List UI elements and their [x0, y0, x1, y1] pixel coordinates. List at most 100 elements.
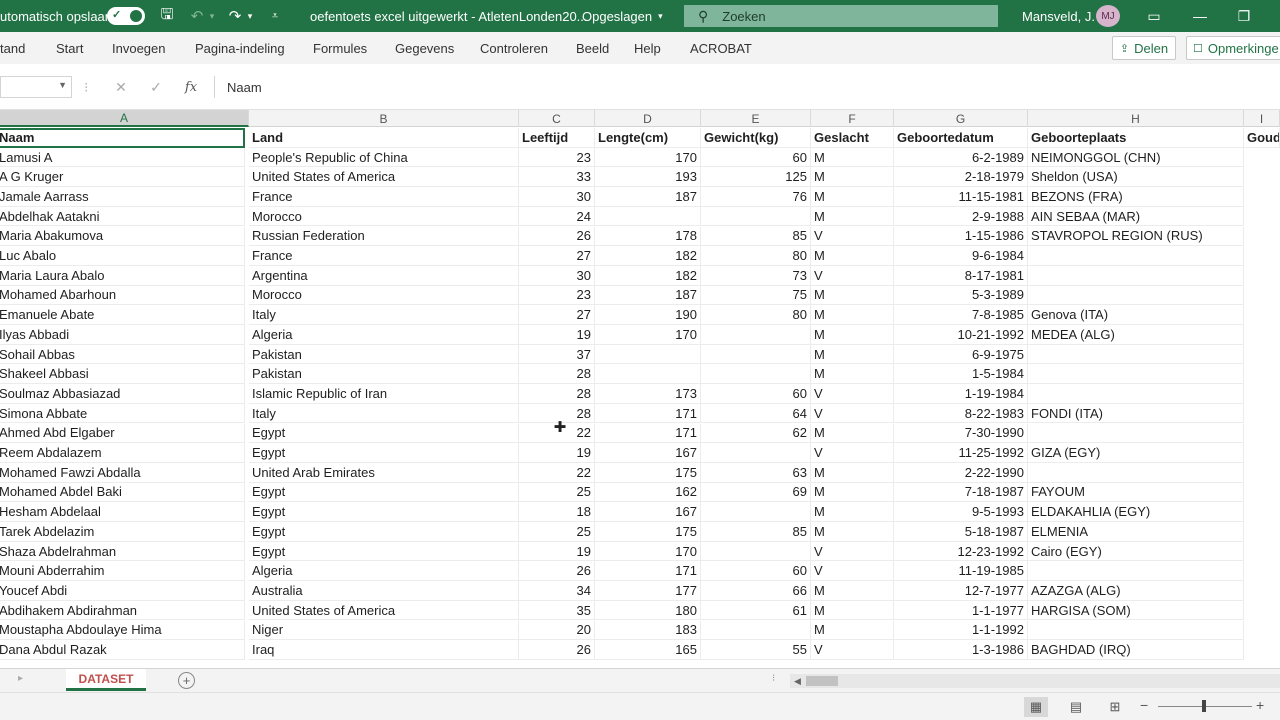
cell-g[interactable]: 5-3-1989	[894, 285, 1028, 306]
undo-dropdown-icon[interactable]: ▾	[206, 0, 218, 32]
cell-h[interactable]	[1028, 246, 1244, 266]
add-sheet-icon[interactable]: +	[178, 672, 195, 689]
search-box[interactable]: ⚲ Zoeken	[684, 5, 998, 27]
cell-f[interactable]: V	[811, 384, 894, 404]
cell-a[interactable]: Maria Laura Abalo	[0, 265, 245, 286]
cell-e[interactable]: 55	[701, 640, 811, 660]
cell-h[interactable]: NEIMONGGOL (CHN)	[1028, 147, 1244, 168]
redo-icon[interactable]: ↷	[224, 0, 246, 32]
sheet-nav-icon[interactable]: ▸	[18, 673, 23, 684]
header-cell-g[interactable]: Geboortedatum	[894, 128, 1028, 148]
cell-c[interactable]: 26	[519, 640, 595, 660]
tab-invoegen[interactable]: Invoegen	[112, 32, 166, 64]
cell-b[interactable]: Morocco	[249, 285, 519, 306]
cell-b[interactable]: Egypt	[249, 502, 519, 522]
cell-h[interactable]: Cairo (EGY)	[1028, 541, 1244, 562]
tab-gegevens[interactable]: Gegevens	[395, 32, 454, 64]
cell-h[interactable]	[1028, 384, 1244, 404]
cell-g[interactable]: 7-18-1987	[894, 482, 1028, 503]
cell-g[interactable]: 10-21-1992	[894, 325, 1028, 345]
cell-f[interactable]: M	[811, 325, 894, 345]
cell-c[interactable]: 27	[519, 246, 595, 266]
cell-g[interactable]: 1-5-1984	[894, 364, 1028, 385]
header-cell-c[interactable]: Leeftijd	[519, 128, 595, 148]
tab-formules[interactable]: Formules	[313, 32, 367, 64]
cell-e[interactable]: 125	[701, 167, 811, 188]
cell-e[interactable]	[701, 541, 811, 562]
cell-h[interactable]: GIZA (EGY)	[1028, 443, 1244, 463]
cell-e[interactable]	[701, 325, 811, 345]
cell-c[interactable]: 24	[519, 206, 595, 227]
tab-beeld[interactable]: Beeld	[576, 32, 609, 64]
cell-a[interactable]: Sohail Abbas	[0, 344, 245, 365]
cell-h[interactable]: HARGISA (SOM)	[1028, 600, 1244, 621]
cell-h[interactable]	[1028, 344, 1244, 365]
column-header-f[interactable]: F	[811, 110, 894, 127]
cell-a[interactable]: Luc Abalo	[0, 246, 245, 266]
cell-c[interactable]: 18	[519, 502, 595, 522]
cell-g[interactable]: 11-25-1992	[894, 443, 1028, 463]
cell-d[interactable]: 162	[595, 482, 701, 503]
save-icon[interactable]: 🖫	[156, 0, 178, 32]
tab-pagina-indeling[interactable]: Pagina-indeling	[195, 32, 285, 64]
cell-e[interactable]: 66	[701, 581, 811, 601]
cell-g[interactable]: 11-15-1981	[894, 187, 1028, 207]
cell-a[interactable]: Ilyas Abbadi	[0, 325, 245, 345]
horizontal-scrollbar[interactable]: ◀	[790, 674, 1280, 688]
cell-g[interactable]: 8-22-1983	[894, 403, 1028, 424]
zoom-in-icon[interactable]: +	[1256, 697, 1264, 713]
cell-a[interactable]: Ahmed Abd Elgaber	[0, 423, 245, 444]
header-cell-f[interactable]: Geslacht	[811, 128, 894, 148]
cell-f[interactable]: M	[811, 147, 894, 168]
cell-h[interactable]	[1028, 462, 1244, 483]
cell-f[interactable]: M	[811, 522, 894, 542]
page-break-preview-icon[interactable]: ⊞	[1103, 697, 1127, 717]
cell-g[interactable]: 12-23-1992	[894, 541, 1028, 562]
cell-g[interactable]: 1-15-1986	[894, 226, 1028, 247]
cell-b[interactable]: France	[249, 246, 519, 266]
cell-e[interactable]	[701, 620, 811, 641]
cell-g[interactable]: 1-1-1992	[894, 620, 1028, 641]
save-status[interactable]: Opgeslagen ▾	[582, 0, 663, 32]
formula-input[interactable]: Naam	[214, 76, 1280, 98]
cell-g[interactable]: 9-5-1993	[894, 502, 1028, 522]
maximize-icon[interactable]: ❐	[1222, 0, 1266, 32]
cell-a[interactable]: Mouni Abderrahim	[0, 561, 245, 582]
cell-f[interactable]: M	[811, 206, 894, 227]
header-cell-b[interactable]: Land	[249, 128, 519, 148]
page-layout-icon[interactable]: ▤	[1064, 697, 1088, 717]
cell-c[interactable]: 27	[519, 305, 595, 325]
cell-f[interactable]: M	[811, 305, 894, 325]
cell-f[interactable]: M	[811, 482, 894, 503]
cell-h[interactable]: AZAZGA (ALG)	[1028, 581, 1244, 601]
cell-b[interactable]: Algeria	[249, 561, 519, 582]
cell-c[interactable]: 35	[519, 600, 595, 621]
cell-d[interactable]: 182	[595, 246, 701, 266]
cell-h[interactable]: BAGHDAD (IRQ)	[1028, 640, 1244, 660]
cell-c[interactable]: 25	[519, 482, 595, 503]
cell-a[interactable]: Youcef Abdi	[0, 581, 245, 601]
cell-h[interactable]	[1028, 265, 1244, 286]
cell-g[interactable]: 2-22-1990	[894, 462, 1028, 483]
cell-c[interactable]: 20	[519, 620, 595, 641]
cell-b[interactable]: Pakistan	[249, 344, 519, 365]
cell-f[interactable]: M	[811, 620, 894, 641]
cell-f[interactable]: V	[811, 561, 894, 582]
cell-f[interactable]: V	[811, 541, 894, 562]
cell-g[interactable]: 12-7-1977	[894, 581, 1028, 601]
cell-b[interactable]: Iraq	[249, 640, 519, 660]
cell-g[interactable]: 2-9-1988	[894, 206, 1028, 227]
cell-h[interactable]	[1028, 423, 1244, 444]
minimize-icon[interactable]: —	[1178, 0, 1222, 32]
cell-d[interactable]: 171	[595, 423, 701, 444]
cell-a[interactable]: A G Kruger	[0, 167, 245, 188]
cell-f[interactable]: V	[811, 443, 894, 463]
cell-g[interactable]: 1-1-1977	[894, 600, 1028, 621]
cell-h[interactable]: AIN SEBAA (MAR)	[1028, 206, 1244, 227]
tab-help[interactable]: Help	[634, 32, 661, 64]
cell-d[interactable]: 167	[595, 443, 701, 463]
cell-d[interactable]: 175	[595, 522, 701, 542]
cell-b[interactable]: Egypt	[249, 423, 519, 444]
cell-b[interactable]: United States of America	[249, 600, 519, 621]
cell-c[interactable]: 33	[519, 167, 595, 188]
